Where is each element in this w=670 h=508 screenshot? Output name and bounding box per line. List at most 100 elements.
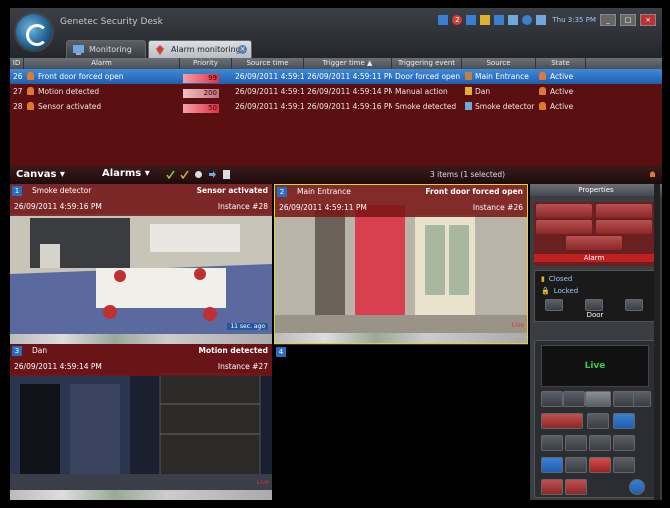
clock: Thu 3:35 PM	[552, 16, 596, 24]
properties-panel: Properties Alarm ▮ Closed 🔒 Locked Door Li…	[530, 184, 662, 500]
volume-icon[interactable]	[508, 15, 519, 25]
report-button[interactable]	[566, 236, 622, 250]
video-tile-2[interactable]: 2 Main Entrance Front door forced open 2…	[274, 184, 528, 344]
table-row[interactable]: 26 Front door forced open 99 26/09/2011 …	[10, 69, 662, 84]
previous-button[interactable]	[565, 457, 587, 473]
step-forward-button[interactable]	[613, 391, 635, 407]
header-source[interactable]: Source	[462, 58, 536, 69]
door-closed-state: ▮ Closed	[541, 275, 573, 283]
eject-button[interactable]	[587, 413, 609, 429]
report-icon[interactable]	[222, 170, 231, 179]
items-count: 3 items (1 selected)	[430, 170, 506, 179]
cancel-button[interactable]	[565, 479, 587, 495]
export-button[interactable]	[589, 457, 611, 473]
acknowledge-alt-button[interactable]	[596, 204, 652, 218]
alarm-section-label: Alarm	[534, 254, 654, 262]
system-tray: 2 Thu 3:35 PM _ □ ×	[438, 12, 656, 28]
monitor-icon[interactable]	[438, 15, 449, 25]
header-priority[interactable]: Priority	[180, 58, 232, 69]
tile-instance: Instance #26	[472, 203, 523, 212]
header-source-time[interactable]: Source time	[232, 58, 304, 69]
door-override-button[interactable]	[585, 299, 603, 311]
globe-icon[interactable]	[522, 15, 533, 25]
cell-source: Dan	[462, 84, 536, 99]
next-button[interactable]	[613, 457, 635, 473]
timeline-bar[interactable]	[10, 334, 272, 344]
tile-timestamp: 26/09/2011 4:59:16 PM	[14, 202, 102, 211]
canvas-menu[interactable]: Canvas ▾	[16, 169, 65, 180]
header-state[interactable]: State	[536, 58, 586, 69]
door-section-label: Door	[586, 311, 604, 319]
door-icon	[465, 72, 472, 80]
info-button[interactable]	[629, 479, 645, 495]
timeline-bar[interactable]	[275, 333, 527, 343]
tab-alarm-monitoring[interactable]: Alarm monitoring ×	[148, 40, 252, 58]
ptz-button[interactable]	[589, 435, 611, 451]
snapshot-button[interactable]	[541, 435, 563, 451]
header-trigger-time[interactable]: Trigger time ▲	[304, 58, 392, 69]
monitor-button[interactable]	[541, 457, 563, 473]
rewind-button[interactable]	[541, 391, 563, 407]
priority-bar: 50	[183, 104, 219, 113]
snooze-button[interactable]	[536, 220, 592, 234]
acknowledge-button[interactable]	[536, 204, 592, 218]
alarm-icon	[27, 102, 34, 110]
cell-priority: 99	[180, 69, 232, 84]
minimize-button[interactable]: _	[600, 14, 616, 26]
forward-button[interactable]	[596, 220, 652, 234]
step-back-button[interactable]	[563, 391, 585, 407]
tile-header: 1 Smoke detector Sensor activated 26/09/…	[10, 184, 272, 216]
live-status: Live	[541, 345, 649, 387]
cell-priority: 50	[180, 99, 232, 114]
pause-button[interactable]	[585, 391, 611, 407]
record-button[interactable]	[541, 413, 583, 429]
timeline-bar[interactable]	[10, 490, 272, 500]
door-edit-button[interactable]	[625, 299, 643, 311]
tab-monitoring[interactable]: Monitoring	[66, 40, 146, 58]
cell-trigger-time: 26/09/2011 4:59:14 PM	[307, 87, 392, 96]
cell-event: Manual action	[395, 87, 448, 96]
video-tile-4[interactable]: 4	[274, 344, 528, 501]
delete-button[interactable]	[541, 479, 563, 495]
warning-icon[interactable]	[480, 15, 491, 25]
cell-state: Active	[536, 99, 586, 114]
monitoring-icon	[73, 45, 84, 55]
header-alarm[interactable]: Alarm	[24, 58, 180, 69]
alarm-bell-icon[interactable]	[648, 170, 657, 179]
plus-icon[interactable]	[466, 15, 477, 25]
tile-timestamp: 26/09/2011 4:59:14 PM	[14, 362, 102, 371]
title-bar: Genetec Security Desk Monitoring Alarm m…	[10, 8, 662, 58]
genetec-logo-icon[interactable]	[16, 14, 52, 50]
battery-icon[interactable]	[536, 15, 547, 25]
loop-button[interactable]	[613, 413, 635, 429]
header-id[interactable]: ID	[10, 58, 24, 69]
door-unlock-button[interactable]	[545, 299, 563, 311]
video-tile-1[interactable]: 1 Smoke detector Sensor activated 26/09/…	[10, 184, 272, 344]
close-button[interactable]: ×	[640, 14, 656, 26]
acknowledge-icon[interactable]	[166, 170, 175, 179]
cell-trigger-time: 26/09/2011 4:59:16 PM	[307, 102, 392, 111]
cell-id: 27	[13, 87, 23, 96]
forward-icon[interactable]	[208, 170, 217, 179]
acknowledge-alt-icon[interactable]	[180, 170, 189, 179]
cell-alarm: Sensor activated	[24, 99, 180, 114]
tile-instance: Instance #28	[217, 202, 268, 211]
chat-icon[interactable]	[494, 15, 505, 25]
door-locked-state: 🔒 Locked	[541, 287, 579, 295]
state-icon	[539, 102, 546, 110]
cell-alarm: Front door forced open	[24, 69, 180, 84]
maximize-button[interactable]: □	[620, 14, 636, 26]
cell-trigger-time: 26/09/2011 4:59:11 PM	[307, 72, 392, 81]
snooze-icon[interactable]	[194, 170, 203, 179]
panel-scrollbar[interactable]	[654, 184, 660, 500]
table-row[interactable]: 27 Motion detected 200 26/09/2011 4:59:1…	[10, 84, 662, 99]
header-triggering-event[interactable]: Triggering event	[392, 58, 462, 69]
zoom-button[interactable]	[565, 435, 587, 451]
fast-forward-button[interactable]	[633, 391, 651, 407]
notification-badge[interactable]: 2	[452, 15, 463, 25]
settings-button[interactable]	[613, 435, 635, 451]
video-tile-3[interactable]: 3 Dan Motion detected 26/09/2011 4:59:14…	[10, 344, 272, 500]
table-row[interactable]: 28 Sensor activated 50 26/09/2011 4:59:1…	[10, 99, 662, 114]
alarms-menu[interactable]: Alarms ▾	[102, 168, 150, 179]
close-tab-icon[interactable]: ×	[238, 45, 247, 54]
